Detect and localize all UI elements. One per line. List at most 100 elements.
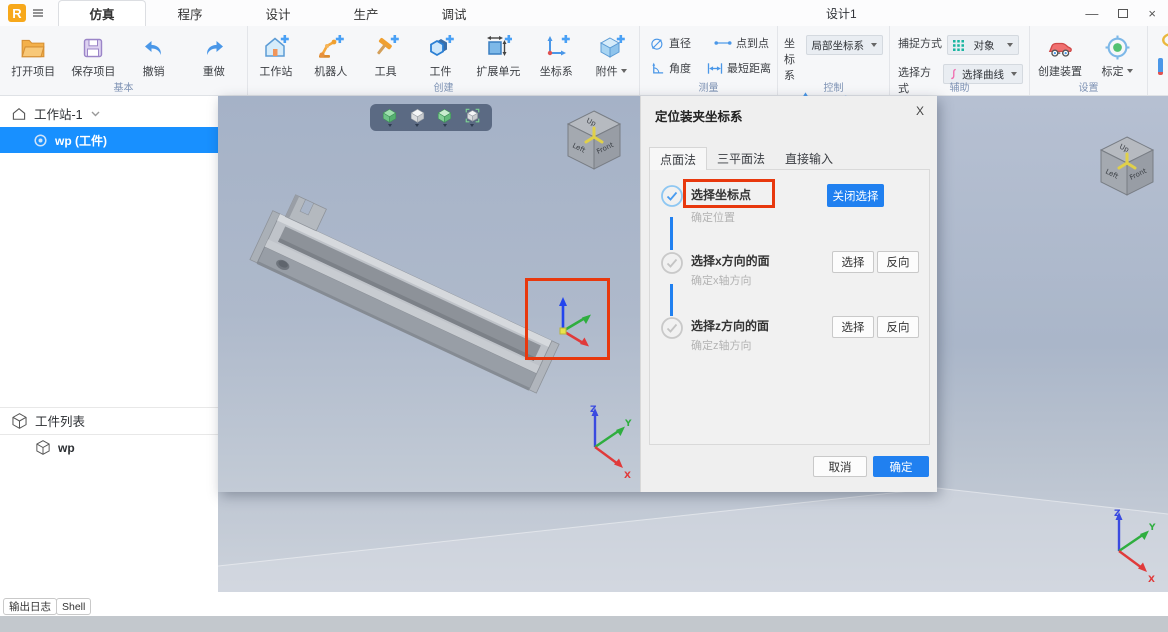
diameter-button[interactable]: 直径 <box>650 35 700 51</box>
snap-mode-dropdown[interactable]: 对象 <box>947 35 1019 55</box>
fit-view-icon <box>465 108 479 123</box>
calibration-button[interactable]: 标定 <box>1090 30 1144 79</box>
redo-button[interactable]: 重做 <box>187 30 241 79</box>
fixture-3d-view[interactable]: Up Left Front Z Y X <box>218 96 640 492</box>
tool-button[interactable]: 工具 <box>359 30 413 79</box>
view-cube[interactable]: Up Left Front <box>1095 134 1159 200</box>
folder-icon <box>20 30 46 60</box>
car-icon <box>1047 30 1074 60</box>
undo-button[interactable]: 撤销 <box>127 30 181 79</box>
ribbon-group-settings: 创建装置 标定 设置 <box>1030 26 1148 95</box>
tab-simulation[interactable]: 仿真 <box>58 0 146 26</box>
chevron-down-icon <box>1011 72 1017 76</box>
axis-triad: Z Y X <box>1114 509 1156 585</box>
tree-item-workstation[interactable]: 工作站-1 <box>12 104 100 123</box>
picked-frame-triad <box>559 297 591 347</box>
coordinate-system-dropdown[interactable]: 局部坐标系 <box>805 35 883 55</box>
step2-title: 选择x方向的面 <box>691 254 770 268</box>
robot-button[interactable]: 机器人 <box>304 30 358 79</box>
frame-button[interactable]: 坐标系 <box>529 30 583 79</box>
workpiece-list-item-wp[interactable]: wp <box>36 440 75 455</box>
reverse-z-button[interactable]: 反向 <box>877 316 919 338</box>
workpiece-list-header[interactable]: 工件列表 <box>12 411 85 430</box>
tab-production[interactable]: 生产 <box>322 0 410 26</box>
ribbon-group-control: 坐标系 局部坐标系 控制 <box>778 26 890 111</box>
chevron-down-icon <box>871 43 877 47</box>
divider <box>0 434 218 435</box>
home-icon <box>12 107 26 120</box>
group-label-measure: 测量 <box>698 83 719 94</box>
dialog-close-button[interactable]: X <box>911 104 929 118</box>
shell-tab[interactable]: Shell <box>56 598 92 615</box>
output-log-tab[interactable]: 输出日志 <box>3 598 57 615</box>
svg-text:X: X <box>624 471 631 481</box>
menu-icon[interactable] <box>32 8 44 18</box>
tab-debug[interactable]: 调试 <box>410 0 498 26</box>
workpiece-add-icon <box>427 30 454 60</box>
maximize-icon[interactable] <box>1118 8 1129 18</box>
point-to-point-button[interactable]: 点到点 <box>714 35 769 51</box>
workstation-add-icon <box>262 30 290 60</box>
step3-subtitle: 确定z轴方向 <box>691 340 752 352</box>
document-title: 设计1 <box>826 7 857 21</box>
wireframe-mode-button[interactable] <box>410 108 425 127</box>
save-project-button[interactable]: 保存项目 <box>66 30 120 79</box>
shading-mode-button[interactable] <box>382 108 397 127</box>
bottom-strip <box>0 592 1168 616</box>
grid-icon <box>953 39 964 51</box>
angle-button[interactable]: 角度 <box>650 60 693 76</box>
window-controls: — × <box>1085 0 1156 26</box>
step1-subtitle: 确定位置 <box>691 212 735 224</box>
close-selection-button[interactable]: 关闭选择 <box>827 184 884 207</box>
step-connector <box>670 217 673 250</box>
group-label-create: 创建 <box>433 83 454 94</box>
display-mode-button[interactable] <box>437 108 452 127</box>
select-z-button[interactable]: 选择 <box>832 316 874 338</box>
fixture-panel: Up Left Front Z Y X 定位装夹坐标系 X 点面法 三平面法 直… <box>218 96 937 492</box>
step2-status-icon <box>661 252 683 274</box>
create-device-button[interactable]: 创建装置 <box>1033 30 1087 79</box>
tab-point-face-method[interactable]: 点面法 <box>649 147 708 170</box>
snap-mode-label: 捕捉方式 <box>898 38 942 50</box>
tab-design[interactable]: 设计 <box>234 0 322 26</box>
step2-subtitle: 确定x轴方向 <box>691 275 752 287</box>
tab-direct-input[interactable]: 直接输入 <box>775 147 843 170</box>
view-cube[interactable]: Up Left Front <box>562 108 626 174</box>
step3-title: 选择z方向的面 <box>691 319 770 333</box>
chevron-down-icon[interactable] <box>620 69 627 73</box>
reverse-x-button[interactable]: 反向 <box>877 251 919 273</box>
fit-view-button[interactable] <box>465 108 480 127</box>
step-connector <box>670 284 673 316</box>
min-distance-button[interactable]: 最短距离 <box>707 60 771 76</box>
tab-program[interactable]: 程序 <box>146 0 234 26</box>
svg-text:Z: Z <box>1114 509 1121 519</box>
chevron-down-icon[interactable] <box>1126 69 1133 73</box>
extension-unit-button[interactable]: 扩展单元 <box>468 30 528 79</box>
tree-item-wp-selected[interactable]: wp (工件) <box>0 127 218 153</box>
cancel-button[interactable]: 取消 <box>813 456 867 477</box>
step3-status-icon <box>661 317 683 339</box>
extension-add-icon <box>485 30 512 60</box>
ribbon: 打开项目 保存项目 撤销 重做 基本 工作站 机器人 工具 工件 扩展单元 坐标… <box>0 26 1168 111</box>
group-label-assist: 辅助 <box>949 83 970 94</box>
cube-outline-icon <box>36 440 50 455</box>
workstation-button[interactable]: 工作站 <box>249 30 303 79</box>
minimize-icon[interactable]: — <box>1085 6 1098 21</box>
open-project-button[interactable]: 打开项目 <box>6 30 60 79</box>
divider <box>0 407 218 408</box>
group-label-settings: 设置 <box>1078 83 1099 94</box>
confirm-button[interactable]: 确定 <box>873 456 929 477</box>
ribbon-group-clipped <box>1148 26 1168 95</box>
cube-white-icon <box>410 108 425 123</box>
workpiece-button[interactable]: 工件 <box>414 30 468 79</box>
attachment-button[interactable]: 附件 <box>584 30 638 79</box>
viewport-3d[interactable]: Up Left Front Z Y X Up Left Front Z Y X … <box>218 96 1168 592</box>
ribbon-group-basic: 打开项目 保存项目 撤销 重做 基本 <box>0 26 248 95</box>
select-x-button[interactable]: 选择 <box>832 251 874 273</box>
svg-text:Y: Y <box>624 419 632 429</box>
close-icon[interactable]: × <box>1148 6 1156 21</box>
cube-outline-icon <box>12 412 27 429</box>
save-icon <box>81 30 105 60</box>
tab-three-plane-method[interactable]: 三平面法 <box>707 147 775 170</box>
clipped-icon <box>1162 33 1168 47</box>
